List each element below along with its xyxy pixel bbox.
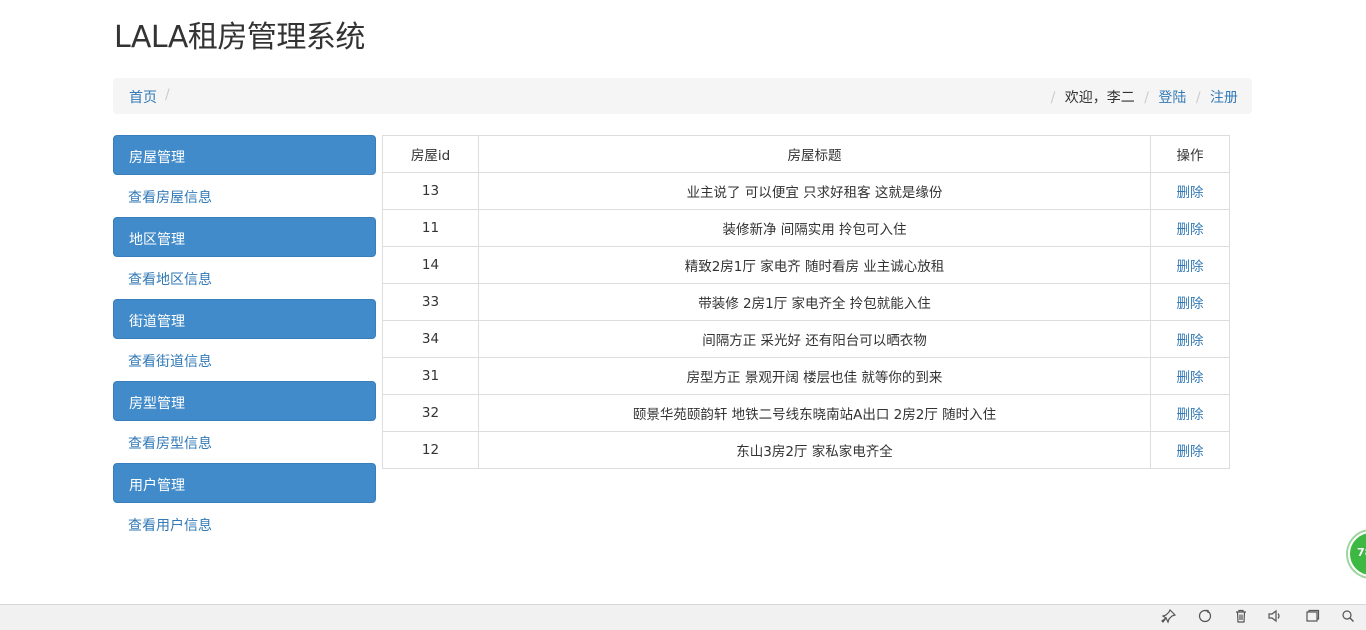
table-row: 11 装修新净 间隔实用 拎包可入住 删除 — [382, 209, 1230, 247]
house-id-cell: 14 — [382, 246, 479, 284]
house-title-cell: 装修新净 间隔实用 拎包可入住 — [478, 209, 1151, 247]
house-table: 房屋id 房屋标题 操作 13 业主说了 可以便宜 只求好租客 这就是缘份 删除 11… — [382, 135, 1230, 469]
page-title: LALA租房管理系统 — [114, 20, 365, 55]
sidebar-header-room-type[interactable]: 房型管理 — [113, 381, 376, 421]
house-id-cell: 11 — [382, 209, 479, 247]
action-cell: 删除 — [1150, 246, 1230, 284]
column-header-title: 房屋标题 — [478, 135, 1151, 173]
house-title-cell: 业主说了 可以便宜 只求好租客 这就是缘份 — [478, 172, 1151, 210]
welcome-text: 欢迎，李二 — [1064, 90, 1135, 106]
delete-link[interactable]: 删除 — [1177, 444, 1204, 460]
sidebar-link-view-room-type[interactable]: 查看房型信息 — [113, 421, 376, 463]
house-id-cell: 13 — [382, 172, 479, 210]
house-title-cell: 东山3房2厅 家私家电齐全 — [478, 431, 1151, 469]
house-table-container: 房屋id 房屋标题 操作 13 业主说了 可以便宜 只求好租客 这就是缘份 删除 11… — [382, 135, 1230, 469]
house-id-cell: 33 — [382, 283, 479, 321]
sidebar-link-view-house[interactable]: 查看房屋信息 — [113, 175, 376, 217]
action-cell: 删除 — [1150, 431, 1230, 469]
trash-icon[interactable] — [1232, 608, 1250, 626]
sidebar-link-view-region[interactable]: 查看地区信息 — [113, 257, 376, 299]
delete-link[interactable]: 删除 — [1177, 296, 1204, 312]
action-cell: 删除 — [1150, 320, 1230, 358]
login-link[interactable]: 登陆 — [1158, 90, 1186, 106]
speaker-icon[interactable] — [1266, 608, 1284, 626]
breadcrumb: 首页 / / 欢迎，李二 / 登陆 / 注册 — [113, 78, 1252, 114]
search-icon[interactable] — [1339, 608, 1357, 626]
column-header-action: 操作 — [1150, 135, 1230, 173]
delete-link[interactable]: 删除 — [1177, 370, 1204, 386]
refresh-icon[interactable] — [1196, 608, 1214, 626]
delete-link[interactable]: 删除 — [1177, 333, 1204, 349]
column-header-id: 房屋id — [382, 135, 479, 173]
breadcrumb-separator: / — [1050, 90, 1056, 106]
sidebar-header-house[interactable]: 房屋管理 — [113, 135, 376, 175]
house-title-cell: 颐景华苑颐韵轩 地铁二号线东晓南站A出口 2房2厅 随时入住 — [478, 394, 1151, 432]
floating-badge[interactable]: 78 — [1348, 531, 1366, 577]
action-cell: 删除 — [1150, 283, 1230, 321]
table-row: 32 颐景华苑颐韵轩 地铁二号线东晓南站A出口 2房2厅 随时入住 删除 — [382, 394, 1230, 432]
sidebar-header-user[interactable]: 用户管理 — [113, 463, 376, 503]
table-row: 34 间隔方正 采光好 还有阳台可以晒衣物 删除 — [382, 320, 1230, 358]
delete-link[interactable]: 删除 — [1177, 185, 1204, 201]
breadcrumb-separator: / — [165, 87, 170, 103]
table-header-row: 房屋id 房屋标题 操作 — [382, 135, 1230, 173]
action-cell: 删除 — [1150, 172, 1230, 210]
register-link[interactable]: 注册 — [1210, 90, 1238, 106]
sidebar-link-view-user[interactable]: 查看用户信息 — [113, 503, 376, 545]
sidebar-header-street[interactable]: 街道管理 — [113, 299, 376, 339]
table-row: 13 业主说了 可以便宜 只求好租客 这就是缘份 删除 — [382, 172, 1230, 210]
table-row: 12 东山3房2厅 家私家电齐全 删除 — [382, 431, 1230, 469]
house-title-cell: 房型方正 景观开阔 楼层也佳 就等你的到来 — [478, 357, 1151, 395]
delete-link[interactable]: 删除 — [1177, 259, 1204, 275]
house-title-cell: 间隔方正 采光好 还有阳台可以晒衣物 — [478, 320, 1151, 358]
house-id-cell: 31 — [382, 357, 479, 395]
house-title-cell: 带装修 2房1厅 家电齐全 拎包就能入住 — [478, 283, 1151, 321]
action-cell: 删除 — [1150, 209, 1230, 247]
breadcrumb-home-link[interactable]: 首页 — [129, 87, 157, 107]
sidebar-link-view-street[interactable]: 查看街道信息 — [113, 339, 376, 381]
pin-icon[interactable] — [1160, 608, 1178, 626]
action-cell: 删除 — [1150, 357, 1230, 395]
breadcrumb-separator: / — [1195, 90, 1201, 106]
sidebar-header-region[interactable]: 地区管理 — [113, 217, 376, 257]
action-cell: 删除 — [1150, 394, 1230, 432]
house-id-cell: 34 — [382, 320, 479, 358]
house-id-cell: 32 — [382, 394, 479, 432]
window-icon[interactable] — [1303, 608, 1321, 626]
house-id-cell: 12 — [382, 431, 479, 469]
sidebar: 房屋管理 查看房屋信息 地区管理 查看地区信息 街道管理 查看街道信息 房型管理… — [113, 135, 376, 545]
table-row: 33 带装修 2房1厅 家电齐全 拎包就能入住 删除 — [382, 283, 1230, 321]
breadcrumb-separator: / — [1144, 90, 1149, 106]
delete-link[interactable]: 删除 — [1177, 407, 1204, 423]
browser-status-bar — [0, 604, 1366, 630]
house-title-cell: 精致2房1厅 家电齐 随时看房 业主诚心放租 — [478, 246, 1151, 284]
delete-link[interactable]: 删除 — [1177, 222, 1204, 238]
table-row: 14 精致2房1厅 家电齐 随时看房 业主诚心放租 删除 — [382, 246, 1230, 284]
user-nav: / 欢迎，李二 / 登陆 / 注册 — [1046, 87, 1238, 107]
table-row: 31 房型方正 景观开阔 楼层也佳 就等你的到来 删除 — [382, 357, 1230, 395]
